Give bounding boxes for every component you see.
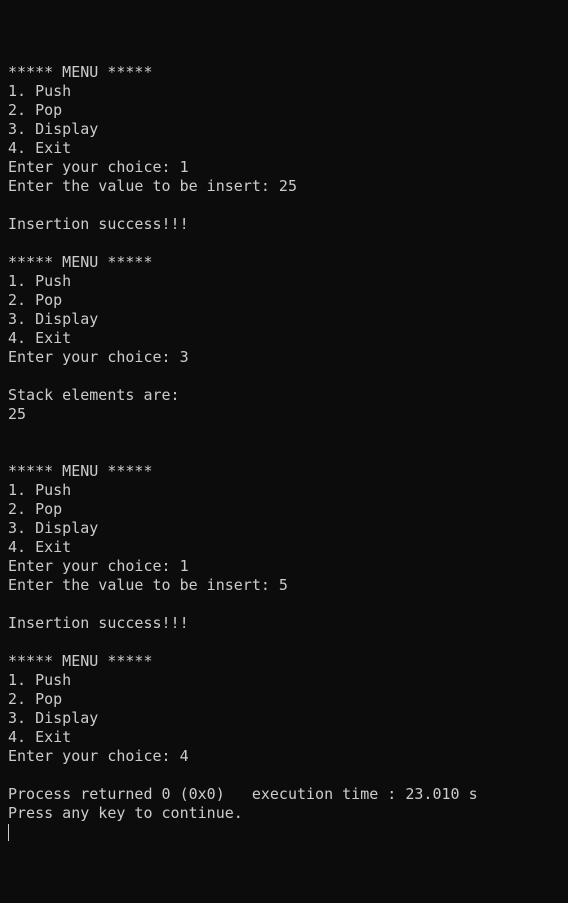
text-cursor [8,824,9,841]
console-line: 2. Pop [8,291,63,309]
console-line: 4. Exit [8,329,72,347]
console-line: 4. Exit [8,728,72,746]
console-line: 2. Pop [8,690,63,708]
console-output: ***** MENU ***** 1. Push 2. Pop 3. Display 4… [8,44,568,823]
console-line: 1. Push [8,82,72,100]
console-line: ***** MENU ***** [8,63,153,81]
console-window[interactable]: ***** MENU ***** 1. Push 2. Pop 3. Display 4… [0,0,568,903]
console-line: 3. Display [8,519,99,537]
console-line: Enter your choice: 1 [8,557,189,575]
console-line: Insertion success!!! [8,215,189,233]
console-line: Enter your choice: 3 [8,348,189,366]
console-line: ***** MENU ***** [8,462,153,480]
console-line: ***** MENU ***** [8,652,153,670]
console-line: 4. Exit [8,139,72,157]
console-line: 4. Exit [8,538,72,556]
console-line: Enter the value to be insert: 25 [8,177,297,195]
console-line: 2. Pop [8,500,63,518]
console-line: 2. Pop [8,101,63,119]
console-line: 3. Display [8,709,99,727]
console-line: 25 [8,405,27,423]
console-line: 3. Display [8,120,99,138]
console-line: Press any key to continue. [8,804,243,822]
console-line: 1. Push [8,272,72,290]
console-line: 1. Push [8,481,72,499]
console-line: Enter the value to be insert: 5 [8,576,288,594]
console-line: Enter your choice: 1 [8,158,189,176]
console-line: 3. Display [8,310,99,328]
console-line: ***** MENU ***** [8,253,153,271]
console-line: Process returned 0 (0x0) execution time … [8,785,478,803]
console-line: Stack elements are: [8,386,180,404]
console-line: 1. Push [8,671,72,689]
console-line: Insertion success!!! [8,614,189,632]
console-line: Enter your choice: 4 [8,747,189,765]
